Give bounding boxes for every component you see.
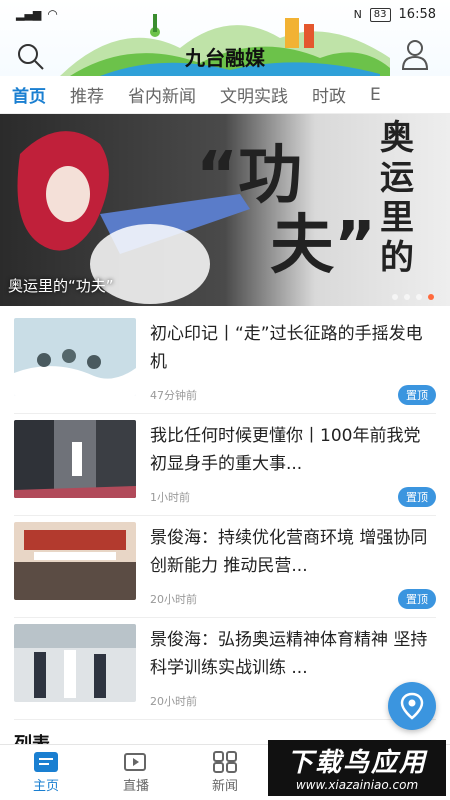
location-pin-icon (400, 692, 424, 720)
watermark-logo: 下载鸟应用 www.xiazainiao.com (268, 740, 446, 796)
tab-home[interactable]: 首页 (0, 82, 58, 107)
user-profile-icon[interactable] (400, 38, 430, 70)
banner-quote-open: “ (196, 139, 239, 213)
news-time: 20小时前 (150, 695, 197, 708)
home-icon (34, 752, 58, 772)
news-title: 我比任何时候更懂你丨100年前我党初显身手的重大事... (150, 426, 421, 474)
news-list: 初心印记丨“走”过长征路的手摇发电机 47分钟前 置顶 我比任何时候更懂你丨10… (0, 312, 450, 720)
news-time: 47分钟前 (150, 389, 197, 402)
nav-live-label: 直播 (122, 779, 149, 794)
banner-vchar: 奥 (380, 118, 414, 158)
carousel-dots (392, 294, 434, 300)
nfc-icon: N (353, 8, 362, 21)
carousel-dot-active[interactable] (428, 294, 434, 300)
banner-big-text-2: 夫 ” (270, 212, 376, 280)
banner-vchar: 运 (380, 158, 414, 198)
app-title: 九台融媒 (185, 46, 265, 70)
news-title: 初心印记丨“走”过长征路的手摇发电机 (150, 324, 423, 372)
banner-vertical-text: 奥 运 里 的 (380, 118, 424, 278)
battery-icon: 83 (369, 7, 391, 22)
pinned-badge: 置顶 (398, 385, 436, 405)
banner-caption: 奥运里的“功夫” (8, 277, 114, 295)
news-thumbnail (14, 318, 136, 396)
nav-live[interactable]: 直播 (106, 751, 166, 794)
carousel-dot[interactable] (392, 294, 398, 300)
banner-vchar: 里 (380, 198, 414, 238)
status-time: 16:58 (398, 7, 436, 22)
news-title: 景俊海：弘扬奥运精神体育精神 坚持科学训练实战训练 ... (150, 630, 428, 678)
watermark-line2: www.xiazainiao.com (295, 778, 419, 792)
banner-big-text: “ 功 (196, 142, 302, 210)
news-thumbnail (14, 522, 136, 600)
carousel-banner[interactable]: “ 功 夫 ” 奥 运 里 的 奥运里的“功夫” (0, 114, 450, 306)
news-time: 1小时前 (150, 491, 190, 504)
wifi-icon: ◠ (47, 7, 58, 21)
tab-recommend[interactable]: 推荐 (58, 82, 116, 107)
banner-char: 功 (238, 139, 303, 213)
tab-more-partial[interactable]: E (358, 85, 393, 105)
nav-home[interactable]: 主页 (16, 751, 76, 794)
news-item[interactable]: 我比任何时候更懂你丨100年前我党初显身手的重大事... 1小时前 置顶 (14, 414, 436, 516)
nav-news[interactable]: 新闻 (195, 751, 255, 794)
carousel-dot[interactable] (404, 294, 410, 300)
tab-civilization-practice[interactable]: 文明实践 (208, 82, 300, 107)
banner-vchar: 的 (380, 238, 414, 278)
news-thumbnail (14, 420, 136, 498)
status-bar: ▂▄▆ ◠ N 83 16:58 (0, 0, 450, 30)
signal-icon: ▂▄▆ (16, 7, 42, 21)
tab-politics[interactable]: 时政 (300, 82, 358, 107)
carousel-dot[interactable] (416, 294, 422, 300)
news-item[interactable]: 景俊海：弘扬奥运精神体育精神 坚持科学训练实战训练 ... 20小时前 (14, 618, 436, 720)
nav-home-label: 主页 (32, 779, 59, 794)
floating-location-button[interactable] (388, 682, 436, 730)
banner-char: 夫 (270, 209, 334, 283)
news-thumbnail (14, 624, 136, 702)
watermark-line1: 下载鸟应用 (286, 748, 427, 778)
news-title: 景俊海：持续优化营商环境 增强协同创新能力 推动民营... (150, 528, 428, 576)
news-grid-icon (213, 751, 237, 773)
news-item[interactable]: 初心印记丨“走”过长征路的手摇发电机 47分钟前 置顶 (14, 312, 436, 414)
banner-quote-close: ” (334, 209, 377, 283)
tab-province-news[interactable]: 省内新闻 (116, 82, 208, 107)
app-header: ▂▄▆ ◠ N 83 16:58 九台融媒 (0, 0, 450, 76)
nav-news-label: 新闻 (211, 779, 238, 794)
live-icon (124, 753, 146, 771)
category-tabs: 首页 推荐 省内新闻 文明实践 时政 E (0, 76, 450, 114)
news-time: 20小时前 (150, 593, 197, 606)
news-item[interactable]: 景俊海：持续优化营商环境 增强协同创新能力 推动民营... 20小时前 置顶 (14, 516, 436, 618)
pinned-badge: 置顶 (398, 487, 436, 507)
pinned-badge: 置顶 (398, 589, 436, 609)
